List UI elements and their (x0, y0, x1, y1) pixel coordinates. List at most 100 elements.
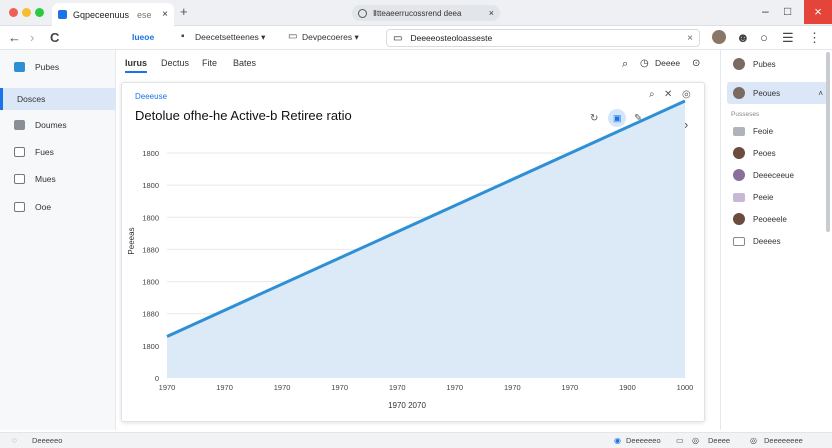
tab-bates[interactable]: Bates (233, 58, 256, 68)
tab-favicon-icon (58, 10, 67, 19)
x-tick-label: 1900 (619, 383, 636, 392)
right-panel-item[interactable]: Feoie (727, 121, 827, 141)
maximize-window-dot[interactable] (35, 8, 44, 17)
area-fill (167, 101, 685, 378)
back-arrow-icon[interactable]: ← (8, 30, 21, 45)
more-icon[interactable]: ⋮ (808, 30, 821, 46)
scrollbar[interactable] (826, 52, 830, 232)
y-tick-label: 0 (155, 374, 159, 383)
settings-icon[interactable]: ⊙ (692, 58, 700, 69)
forward-arrow-icon[interactable]: › (30, 30, 34, 45)
clock-icon[interactable]: ◷ (640, 58, 649, 69)
right-panel-item-label: Deeeceeue (753, 170, 794, 180)
y-tick-label: 1800 (142, 181, 159, 190)
sidebar: Pubes Dosces Doumes Fues Mues Ooe (0, 50, 116, 430)
right-panel-item[interactable]: Peoes (727, 143, 827, 163)
sidebar-item-ooe[interactable]: Ooe (0, 196, 116, 218)
menu-icon[interactable]: ☰ (782, 30, 794, 46)
search-clear-icon[interactable]: × (687, 33, 693, 44)
sidebar-item-mues[interactable]: Mues (0, 168, 116, 190)
tab-close-icon[interactable]: × (162, 9, 168, 20)
right-panel-item-label: Peeie (753, 192, 774, 202)
maximize-button[interactable]: □ (784, 4, 791, 18)
chart-card: Deeeuse Detolue ofhe-he Active-b Retiree… (121, 82, 705, 422)
tab-bar: Gqpeceenuus ese × + Ⅱtteaeerrucossrend d… (0, 0, 832, 26)
bookmarks-dropdown[interactable]: Deecetsetteenes ▾ (195, 32, 265, 43)
globe-icon (358, 8, 367, 18)
minimize-window-dot[interactable] (22, 8, 31, 17)
sub-tab-bar: Iurus Dectus Fite Bates ⌕ ◷ Deeee ⊙ (116, 52, 720, 76)
sidebar-item-fues[interactable]: Fues (0, 141, 116, 163)
right-panel-active-item[interactable]: Peoues ˄ (727, 82, 827, 104)
sidebar-item-label: Fues (35, 147, 54, 157)
sidebar-item-dosces[interactable]: Dosces (0, 88, 116, 110)
sidebar-item-doumes[interactable]: Doumes (0, 114, 116, 136)
x-tick-label: 1970 (562, 383, 579, 392)
status-center[interactable]: Deeeeeeo (626, 436, 661, 445)
right-panel-item-label: Deeees (753, 236, 781, 246)
x-tick-label: 1970 (159, 383, 176, 392)
minimize-button[interactable]: – (762, 4, 769, 18)
search-input[interactable]: ▭ Deeeeosteoloasseste × (386, 29, 700, 47)
sidebar-item-label: Doumes (35, 120, 67, 130)
brand-link[interactable]: Iueoe (132, 32, 154, 42)
folder-icon (733, 126, 745, 136)
x-tick-label: 1970 (331, 383, 348, 392)
x-tick-label: 1970 (216, 383, 233, 392)
x-tick-label: 1970 (274, 383, 291, 392)
right-panel-header[interactable]: Pubes (727, 54, 827, 74)
sidebar-item-pubes[interactable]: Pubes (0, 56, 116, 78)
tag-icon (733, 236, 745, 246)
close-window-dot[interactable] (9, 8, 18, 17)
tab-iurus[interactable]: Iurus (125, 58, 148, 73)
right-panel-item-label: Feoie (753, 126, 774, 136)
status-right-2[interactable]: Deeeeeeee (764, 436, 803, 445)
search-icon[interactable]: ⌕ (622, 58, 628, 71)
browser-tab[interactable]: Gqpeceenuus ese × (52, 3, 174, 26)
tab-subtitle: ese (137, 9, 152, 20)
right-panel-active-label: Peoues (753, 88, 781, 98)
document-icon (14, 202, 25, 212)
window-close-button[interactable]: × (804, 0, 832, 24)
extension-icon[interactable]: ☻ (736, 30, 750, 45)
right-panel-section-label: Pusseses (731, 111, 760, 118)
status-right-1[interactable]: Deeee (708, 436, 730, 445)
x-tick-label: 1970 (446, 383, 463, 392)
page-icon: ▭ (393, 32, 403, 44)
tab-dectus[interactable]: Dectus (161, 58, 189, 68)
avatar (733, 147, 745, 159)
sidebar-item-label: Mues (35, 174, 56, 184)
y-tick-label: 1800 (142, 278, 159, 287)
avatar (733, 213, 745, 225)
sidebar-item-label: Dosces (17, 94, 46, 104)
sidebar-item-label: Ooe (35, 202, 52, 212)
search-text: Deeeeosteoloasseste (410, 33, 493, 43)
x-tick-label: 1970 (504, 383, 521, 392)
right-panel-header-label: Pubes (753, 59, 776, 69)
avatar (733, 169, 745, 181)
right-panel-item[interactable]: Deeeceeue (727, 165, 827, 185)
chart-svg: 0 1800 1880 1800 1880 1800 1800 1800 1970 1970 19… (127, 99, 693, 410)
new-tab-button[interactable]: + (180, 4, 188, 19)
status-icon: ◌ (12, 436, 17, 445)
top-address-text: Ⅱtteaeerrucossrend deea (373, 8, 462, 18)
folder-icon (14, 62, 25, 72)
reload-icon[interactable]: C (50, 30, 59, 45)
history-icon[interactable]: ○ (760, 30, 768, 45)
top-address-bar[interactable]: Ⅱtteaeerrucossrend deea × (352, 5, 500, 21)
address-close-icon[interactable]: × (489, 8, 494, 18)
right-panel-item[interactable]: Peeie (727, 187, 827, 207)
status-left: Deeeeeo (32, 436, 63, 445)
x-tick-label: 1970 (389, 383, 406, 392)
folder-icon (14, 120, 25, 130)
right-panel-item[interactable]: Deeees (727, 231, 827, 251)
profile-avatar[interactable] (712, 30, 726, 44)
image-icon (14, 147, 25, 157)
right-panel-item[interactable]: Peoeeele (727, 209, 827, 229)
y-tick-label: 1800 (142, 149, 159, 158)
subtab-search-text[interactable]: Deeee (655, 58, 680, 68)
workspace-dropdown[interactable]: Devpecoeres ▾ (302, 32, 359, 43)
tab-fite[interactable]: Fite (202, 58, 217, 68)
right-panel-item-label: Peoeeele (753, 214, 787, 224)
chevron-up-icon[interactable]: ˄ (818, 89, 823, 98)
